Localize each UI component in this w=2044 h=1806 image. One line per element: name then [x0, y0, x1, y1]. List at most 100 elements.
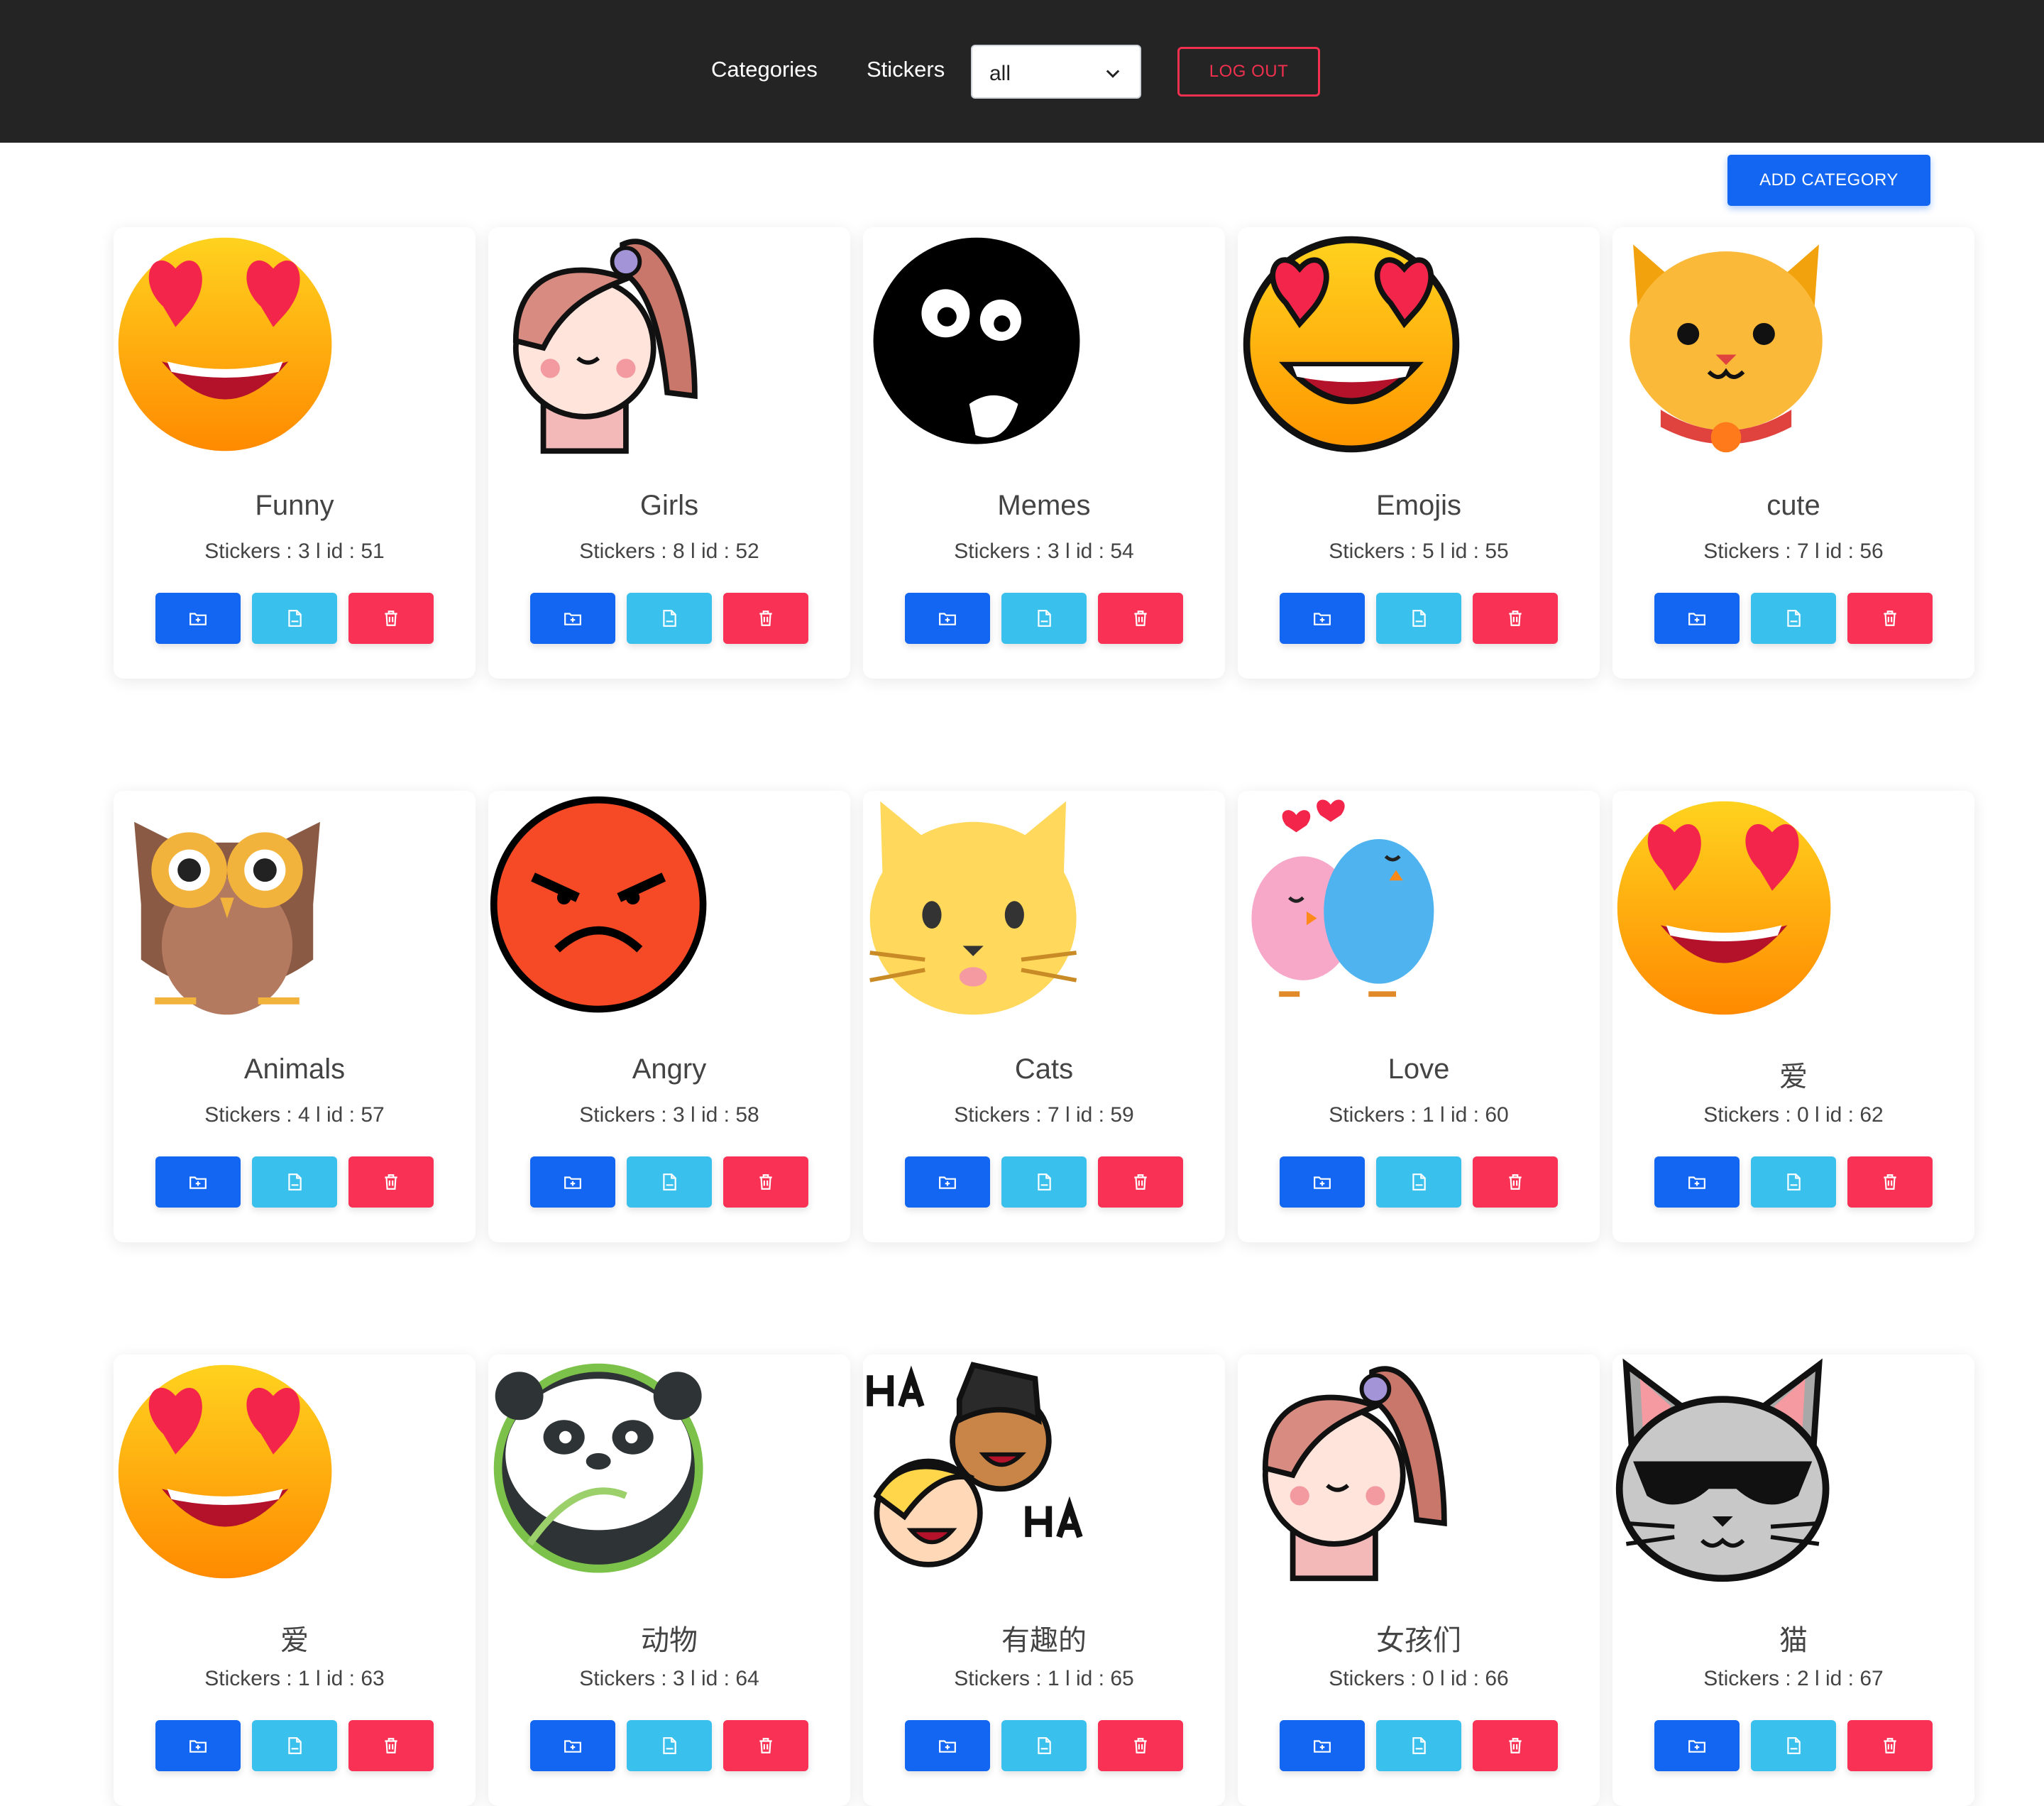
category-filter-select[interactable]: all	[971, 45, 1141, 99]
card-actions	[155, 1156, 434, 1208]
nav-categories-link[interactable]: Categories	[711, 57, 818, 82]
export-json-button[interactable]	[252, 1720, 337, 1771]
add-sticker-button[interactable]	[1280, 1156, 1365, 1208]
delete-category-button[interactable]	[1473, 593, 1558, 644]
json-file-icon	[663, 1173, 676, 1191]
trash-icon	[759, 1174, 772, 1190]
add-sticker-button[interactable]	[1654, 1156, 1740, 1208]
json-file-icon	[1038, 610, 1051, 627]
add-sticker-button[interactable]	[530, 1720, 615, 1771]
export-json-button[interactable]	[1001, 593, 1087, 644]
export-json-button[interactable]	[627, 1720, 712, 1771]
trash-icon	[385, 611, 397, 626]
nav-stickers-link[interactable]: Stickers	[867, 57, 945, 82]
json-file-icon	[1038, 1173, 1051, 1191]
category-card: 有趣的 Stickers : 1 l id : 65	[863, 1354, 1225, 1806]
category-meta: Stickers : 3 l id : 54	[954, 540, 1134, 563]
delete-category-button[interactable]	[723, 593, 808, 644]
export-json-button[interactable]	[252, 593, 337, 644]
card-actions	[155, 1720, 434, 1771]
export-json-button[interactable]	[1751, 593, 1836, 644]
export-json-button[interactable]	[1376, 1156, 1461, 1208]
delete-category-button[interactable]	[723, 1720, 808, 1771]
add-sticker-button[interactable]	[155, 1156, 241, 1208]
cool-cat-sunglasses-icon	[1615, 1358, 1830, 1582]
category-meta: Stickers : 3 l id : 58	[579, 1103, 759, 1127]
category-name: Animals	[243, 1054, 346, 1085]
delete-category-button[interactable]	[1847, 593, 1933, 644]
category-card: Emojis Stickers : 5 l id : 55	[1238, 227, 1600, 679]
delete-category-button[interactable]	[1098, 1720, 1183, 1771]
delete-category-button[interactable]	[1473, 1720, 1558, 1771]
add-sticker-button[interactable]	[155, 1720, 241, 1771]
delete-category-button[interactable]	[348, 593, 434, 644]
category-name: Angry	[632, 1054, 707, 1085]
category-filter-value: all	[989, 62, 1011, 85]
delete-category-button[interactable]	[1847, 1720, 1933, 1771]
folder-plus-icon	[1688, 1176, 1705, 1189]
love-birds-icon	[1251, 799, 1434, 997]
chevron-down-icon	[1106, 70, 1120, 78]
add-sticker-button[interactable]	[1654, 593, 1740, 644]
delete-category-button[interactable]	[1473, 1156, 1558, 1208]
category-card: Funny Stickers : 3 l id : 51	[114, 227, 476, 679]
category-card: 爱 Stickers : 1 l id : 63	[114, 1354, 476, 1806]
add-category-button[interactable]: ADD CATEGORY	[1727, 155, 1930, 206]
heart-eyes-emoji-icon	[118, 237, 332, 452]
yellow-cat-icon	[869, 801, 1077, 1015]
add-sticker-button[interactable]	[1280, 593, 1365, 644]
export-json-button[interactable]	[1751, 1156, 1836, 1208]
folder-plus-icon	[564, 1176, 581, 1189]
add-sticker-button[interactable]	[905, 1156, 990, 1208]
export-json-button[interactable]	[627, 593, 712, 644]
export-json-button[interactable]	[1376, 593, 1461, 644]
card-actions	[530, 593, 808, 644]
export-json-button[interactable]	[252, 1156, 337, 1208]
export-json-button[interactable]	[627, 1156, 712, 1208]
export-json-button[interactable]	[1001, 1720, 1087, 1771]
add-sticker-button[interactable]	[1654, 1720, 1740, 1771]
logout-button[interactable]: LOG OUT	[1177, 47, 1320, 97]
json-file-icon	[1038, 1737, 1051, 1754]
add-sticker-button[interactable]	[530, 593, 615, 644]
card-actions	[1280, 1720, 1558, 1771]
category-meta: Stickers : 0 l id : 62	[1703, 1103, 1884, 1127]
trash-icon	[1884, 1174, 1896, 1190]
export-json-button[interactable]	[1751, 1720, 1836, 1771]
category-name: 有趣的	[1001, 1625, 1087, 1656]
card-actions	[155, 593, 434, 644]
folder-plus-icon	[1314, 613, 1331, 625]
angry-face-icon	[490, 796, 707, 1013]
add-sticker-button[interactable]	[1280, 1720, 1365, 1771]
card-actions	[905, 1720, 1183, 1771]
category-meta: Stickers : 7 l id : 59	[954, 1103, 1134, 1127]
category-name: 女孩们	[1376, 1625, 1461, 1656]
delete-category-button[interactable]	[723, 1156, 808, 1208]
delete-category-button[interactable]	[348, 1156, 434, 1208]
add-sticker-button[interactable]	[155, 593, 241, 644]
category-meta: Stickers : 8 l id : 52	[579, 540, 759, 563]
category-meta: Stickers : 5 l id : 55	[1329, 540, 1509, 563]
category-meta: Stickers : 2 l id : 67	[1703, 1667, 1884, 1690]
card-actions	[905, 1156, 1183, 1208]
category-grid: Funny Stickers : 3 l id : 51 Girls Sticker…	[114, 227, 1974, 1806]
add-sticker-button[interactable]	[530, 1156, 615, 1208]
export-json-button[interactable]	[1001, 1156, 1087, 1208]
laughing-friends-icon	[867, 1362, 1083, 1567]
folder-plus-icon	[1314, 1176, 1331, 1189]
delete-category-button[interactable]	[348, 1720, 434, 1771]
card-actions	[1654, 593, 1933, 644]
delete-category-button[interactable]	[1098, 593, 1183, 644]
delete-category-button[interactable]	[1847, 1156, 1933, 1208]
folder-plus-icon	[1688, 1740, 1705, 1753]
heart-eyes-emoji-icon	[1617, 801, 1831, 1015]
category-name: Memes	[997, 490, 1091, 521]
category-name: 爱	[280, 1625, 309, 1656]
json-file-icon	[288, 1173, 302, 1191]
export-json-button[interactable]	[1376, 1720, 1461, 1771]
delete-category-button[interactable]	[1098, 1156, 1183, 1208]
folder-plus-icon	[189, 613, 207, 625]
heart-eyes-emoji-icon	[118, 1364, 332, 1579]
add-sticker-button[interactable]	[905, 1720, 990, 1771]
add-sticker-button[interactable]	[905, 593, 990, 644]
